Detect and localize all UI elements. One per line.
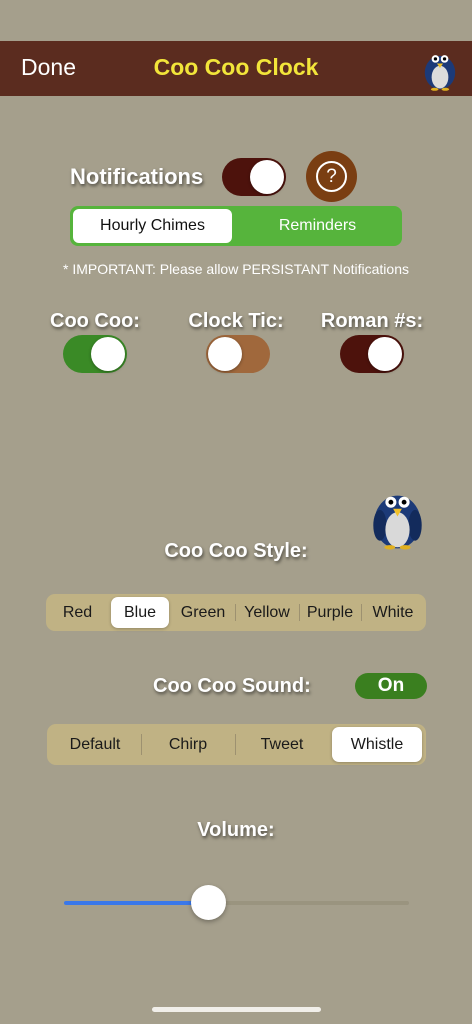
volume-slider-thumb[interactable] (191, 885, 226, 920)
question-icon: ? (316, 161, 347, 192)
style-option-purple[interactable]: Purple (301, 597, 359, 628)
style-option-white[interactable]: White (363, 597, 423, 628)
toggle-knob (208, 337, 242, 371)
nav-bar: Done Coo Coo Clock (0, 41, 472, 96)
segment-divider (361, 604, 362, 621)
blue-bird-icon (424, 55, 456, 91)
sound-option-chirp[interactable]: Chirp (143, 727, 233, 762)
volume-slider-track[interactable] (208, 901, 409, 905)
notifications-toggle[interactable] (222, 158, 286, 196)
style-label: Coo Coo Style: (164, 540, 308, 562)
style-option-green[interactable]: Green (173, 597, 233, 628)
clock-tic-label: Clock Tic: (188, 310, 284, 332)
coo-coo-toggle[interactable] (63, 335, 127, 373)
notification-type-segment: Hourly Chimes Reminders (70, 206, 402, 246)
important-note: * IMPORTANT: Please allow PERSISTANT Not… (63, 261, 409, 277)
clock-tic-toggle[interactable] (206, 335, 270, 373)
segment-reminders[interactable]: Reminders (236, 209, 399, 243)
volume-slider-fill (64, 901, 210, 905)
page-title: Coo Coo Clock (153, 54, 319, 80)
volume-label: Volume: (197, 819, 275, 841)
style-option-yellow[interactable]: Yellow (237, 597, 297, 628)
toggle-knob (91, 337, 125, 371)
sound-on-toggle[interactable]: On (355, 673, 427, 699)
home-indicator (152, 1007, 321, 1012)
segment-hourly-chimes[interactable]: Hourly Chimes (73, 209, 232, 243)
coo-coo-label: Coo Coo: (50, 310, 140, 332)
toggle-knob (368, 337, 402, 371)
segment-divider (299, 604, 300, 621)
sound-option-whistle[interactable]: Whistle (332, 727, 422, 762)
sound-option-default[interactable]: Default (50, 727, 140, 762)
segment-divider (235, 734, 236, 755)
notifications-label: Notifications (70, 164, 204, 189)
roman-numerals-toggle[interactable] (340, 335, 404, 373)
style-option-blue[interactable]: Blue (111, 597, 169, 628)
toggle-knob (250, 160, 284, 194)
sound-label: Coo Coo Sound: (153, 675, 311, 697)
roman-numerals-label: Roman #s: (320, 310, 424, 332)
style-segmented-control: Red Blue Green Yellow Purple White (46, 594, 426, 631)
style-option-red[interactable]: Red (49, 597, 106, 628)
sound-segmented-control: Default Chirp Tweet Whistle (47, 724, 426, 765)
segment-divider (235, 604, 236, 621)
segment-divider (141, 734, 142, 755)
help-button[interactable]: ? (306, 151, 357, 202)
sound-option-tweet[interactable]: Tweet (237, 727, 327, 762)
